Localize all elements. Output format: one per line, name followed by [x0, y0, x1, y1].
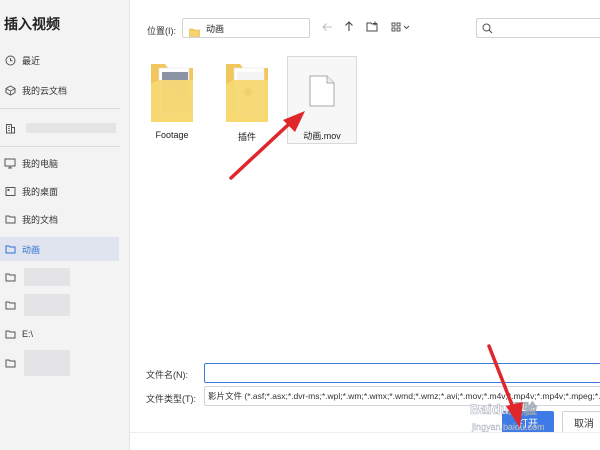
- sidebar-divider: [0, 146, 120, 147]
- building-icon: [4, 122, 16, 134]
- grid-view-icon: [391, 19, 411, 37]
- view-mode-button[interactable]: [389, 19, 413, 37]
- blurred-label: [26, 123, 116, 133]
- folder-icon: [189, 24, 200, 37]
- file-item-footage[interactable]: Footage: [137, 58, 207, 148]
- sidebar-item-my-documents[interactable]: 我的文档: [0, 207, 119, 231]
- sidebar-item-label: 我的桌面: [22, 186, 59, 197]
- desktop-icon: [4, 185, 16, 197]
- sidebar-item-folder[interactable]: [0, 265, 119, 289]
- sidebar-item-drive-e[interactable]: E:\: [0, 322, 119, 346]
- arrow-up-icon: [344, 19, 354, 37]
- sidebar-item-my-computer[interactable]: 我的电脑: [0, 151, 119, 175]
- new-folder-button[interactable]: [363, 19, 381, 37]
- footer-divider: [130, 432, 600, 433]
- sidebar-divider: [0, 108, 120, 109]
- sidebar-item-cloud-docs[interactable]: 我的云文档: [0, 78, 119, 102]
- sidebar-item-label: 动画: [22, 244, 41, 255]
- clock-icon: [4, 54, 16, 66]
- folder-icon: [151, 64, 193, 122]
- filename-input[interactable]: [204, 363, 600, 383]
- red-arrow-annotation: [229, 111, 305, 180]
- search-icon: [482, 23, 493, 34]
- sidebar: 插入视频 最近 我的云文档 我的电脑 我的桌面 我的文档 动画 E:\: [0, 0, 130, 450]
- sidebar-item-recent[interactable]: 最近: [0, 48, 119, 72]
- location-label: 位置(I):: [147, 26, 176, 36]
- sidebar-item-label: 我的云文档: [22, 85, 68, 96]
- sidebar-item-organization[interactable]: [0, 116, 119, 140]
- folder-icon: [4, 271, 16, 283]
- sidebar-item-my-desktop[interactable]: 我的桌面: [0, 179, 119, 203]
- blurred-label: [24, 294, 70, 316]
- folder-icon: [4, 213, 16, 225]
- sidebar-item-label: 最近: [22, 55, 41, 66]
- filetype-label: 文件类型(T):: [146, 394, 196, 404]
- folder-icon: [4, 328, 16, 340]
- folder-icon: [4, 357, 16, 369]
- new-folder-icon: [366, 19, 379, 37]
- sidebar-item-label: 我的电脑: [22, 158, 59, 169]
- sidebar-item-folder[interactable]: [0, 350, 119, 376]
- filename-label: 文件名(N):: [146, 370, 188, 380]
- sidebar-item-label: 我的文档: [22, 214, 59, 225]
- red-arrow-annotation: [487, 344, 523, 428]
- sidebar-item-label: E:\: [22, 329, 34, 339]
- folder-icon: [4, 243, 16, 255]
- blurred-label: [24, 268, 70, 286]
- sidebar-item-animation[interactable]: 动画: [0, 237, 119, 261]
- document-icon: [309, 75, 335, 107]
- folder-icon: [4, 299, 16, 311]
- computer-icon: [4, 157, 16, 169]
- dialog-title: 插入视频: [4, 16, 60, 32]
- location-value: 动画: [206, 23, 225, 34]
- cloud-doc-icon: [4, 84, 16, 96]
- file-name: Footage: [155, 130, 189, 140]
- sidebar-item-folder[interactable]: [0, 293, 119, 317]
- arrow-left-icon: [321, 19, 333, 37]
- location-dropdown[interactable]: 动画: [182, 18, 310, 38]
- search-input[interactable]: [476, 18, 600, 38]
- blurred-label: [24, 350, 70, 376]
- up-button[interactable]: [340, 19, 358, 37]
- back-button[interactable]: [318, 19, 336, 37]
